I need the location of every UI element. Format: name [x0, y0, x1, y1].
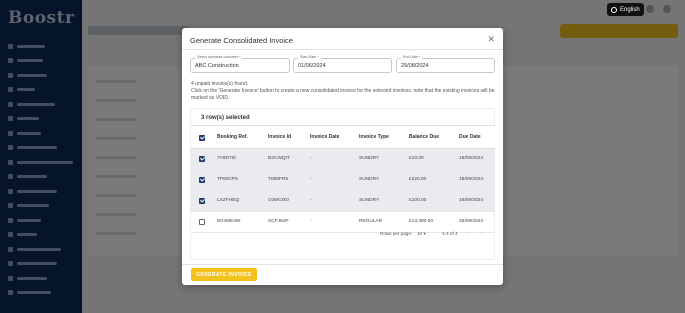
column-header: Invoice Date — [310, 134, 340, 140]
generate-invoice-button[interactable]: GENERATE INVOICE — [191, 268, 257, 281]
table-cell: £10.00 — [409, 156, 424, 161]
column-header: Due Date — [459, 134, 481, 140]
customer-label: Select business customer * — [195, 55, 243, 60]
row-checkbox[interactable] — [199, 219, 205, 225]
consolidated-invoice-dialog: Generate Consolidated Invoice ✕ Select b… — [182, 28, 503, 285]
table-cell: SCFJ64P — [268, 219, 289, 224]
dialog-title: Generate Consolidated Invoice — [190, 36, 293, 45]
invoices-found-text: 4 unpaid invoice(s) found. — [191, 81, 249, 87]
chevron-right-icon[interactable]: › — [481, 231, 483, 236]
end-date-field[interactable]: End Date * 29/08/2024 — [396, 55, 495, 73]
table-cell: TP60CP6 — [217, 177, 238, 182]
table-cell: £13,380.00 — [409, 219, 434, 224]
rows-per-page-label: Rows per page: — [380, 231, 413, 236]
table-cell: £100.00 — [409, 198, 427, 203]
column-header: Balance Due — [409, 134, 440, 140]
start-date-value: 01/06/2024 — [298, 63, 326, 69]
rows-per-page-select[interactable]: 10 ▾ — [417, 231, 426, 237]
language-label: English — [620, 6, 640, 13]
start-date-field[interactable]: Start Date * 01/06/2024 — [293, 55, 392, 73]
table-row[interactable]: 8O4ME4W SCFJ64P - REGULAR £13,380.00 26/09/20… — [191, 212, 495, 233]
pagination-range: 1-4 of 4 — [442, 231, 458, 236]
table-cell: - — [310, 219, 312, 224]
column-header: Invoice Type — [359, 134, 389, 140]
table-cell: O36K3X0 — [268, 198, 289, 203]
customer-value: ABC Construction — [195, 63, 239, 69]
end-date-value: 29/08/2024 — [401, 63, 429, 69]
instructions-text: Click on the 'Generate Invoice' button t… — [191, 88, 495, 101]
table-cell: B2CWQIT — [268, 156, 290, 161]
table-cell: SUNDRY — [359, 156, 380, 161]
selected-count: 3 row(s) selected — [201, 115, 250, 121]
invoice-table-card: 3 row(s) selected Booking Ref. Invoice I… — [190, 108, 495, 260]
table-cell: - — [310, 198, 312, 203]
table-cell: SUNDRY — [359, 198, 380, 203]
row-checkbox[interactable] — [199, 156, 205, 162]
select-all-checkbox[interactable] — [199, 135, 205, 141]
row-checkbox[interactable] — [199, 198, 205, 204]
table-cell: £220.00 — [409, 177, 427, 182]
table-cell: T068FR5 — [268, 177, 288, 182]
table-cell: 18/09/2024 — [459, 177, 484, 182]
customer-select[interactable]: Select business customer * ABC Construct… — [190, 55, 290, 73]
close-icon[interactable]: ✕ — [487, 34, 495, 45]
table-cell: 18/09/2024 — [459, 156, 484, 161]
end-date-label: End Date * — [401, 55, 423, 60]
divider — [182, 49, 503, 50]
chevron-down-icon: ▾ — [423, 231, 426, 236]
row-checkbox[interactable] — [199, 177, 205, 183]
table-header: Booking Ref. Invoice Id Invoice Date Inv… — [191, 125, 495, 149]
table-row[interactable]: TP60CP6 T068FR5 - SUNDRY £220.00 18/09/2024 — [191, 170, 495, 191]
table-cell: - — [310, 177, 312, 182]
table-cell: 7A9D7I0 — [217, 156, 236, 161]
table-cell: 26/09/2024 — [459, 219, 484, 224]
column-header: Booking Ref. — [217, 134, 248, 140]
globe-icon — [611, 6, 617, 13]
notification-icon[interactable] — [646, 5, 654, 13]
rows-per-page-value: 10 — [417, 231, 423, 236]
chevron-left-icon[interactable]: ‹ — [468, 231, 470, 236]
language-button[interactable]: English — [607, 3, 644, 16]
table-cell: 18/09/2024 — [459, 198, 484, 203]
table-cell: - — [310, 156, 312, 161]
start-date-label: Start Date * — [298, 55, 321, 60]
table-cell: 8O4ME4W — [217, 219, 241, 224]
column-header: Invoice Id — [268, 134, 292, 140]
table-cell: LXZFHEQ — [217, 198, 240, 203]
table-row[interactable]: 7A9D7I0 B2CWQIT - SUNDRY £10.00 18/09/2024 — [191, 149, 495, 170]
divider — [182, 264, 503, 265]
table-cell: SUNDRY — [359, 177, 380, 182]
avatar[interactable] — [663, 5, 671, 13]
table-cell: REGULAR — [359, 219, 383, 224]
table-row[interactable]: LXZFHEQ O36K3X0 - SUNDRY £100.00 18/09/2024 — [191, 191, 495, 212]
